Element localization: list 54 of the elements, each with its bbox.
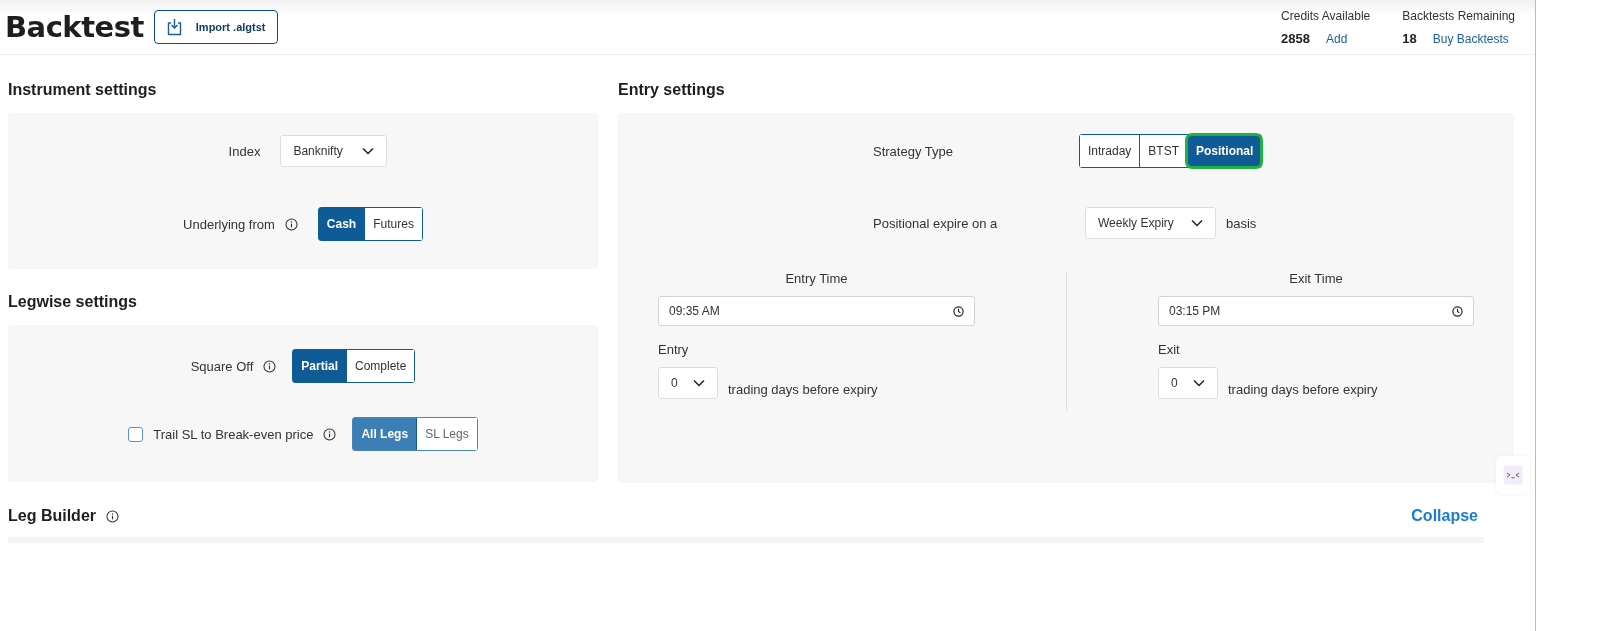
info-icon[interactable] xyxy=(106,509,119,523)
suffix-text: basis xyxy=(1226,215,1257,231)
stat-label: Backtests Remaining xyxy=(1402,8,1515,23)
chevron-down-icon xyxy=(1193,379,1205,387)
time-title: Entry Time xyxy=(785,271,848,286)
checkbox[interactable] xyxy=(128,426,144,442)
segment-option[interactable]: Complete xyxy=(346,350,415,382)
info-icon[interactable] xyxy=(284,217,298,231)
segment-option[interactable]: Cash xyxy=(318,208,365,240)
chevron-down-icon xyxy=(1191,219,1203,227)
stat-label: Credits Available xyxy=(1281,8,1371,23)
info-icon[interactable] xyxy=(263,359,277,373)
chevron-down-icon xyxy=(362,147,375,155)
stat-value: 18 xyxy=(1402,30,1417,46)
field-label: Underlying from xyxy=(183,216,275,232)
info-icon[interactable] xyxy=(323,427,337,441)
field-label: Entry xyxy=(658,342,690,357)
field-label: Exit xyxy=(1158,342,1181,357)
section-title-text: Leg Builder xyxy=(8,507,96,525)
segment-option[interactable]: All Legs xyxy=(353,418,417,450)
expiry-select[interactable]: Weekly Expiry xyxy=(1085,207,1216,239)
import-icon xyxy=(166,18,182,36)
time-title: Exit Time xyxy=(1289,271,1343,286)
clock-icon[interactable] xyxy=(1452,305,1463,317)
field-label: Positional expire on a xyxy=(873,215,999,231)
page-title: Backtest xyxy=(5,10,144,44)
time-field[interactable]: 03:15 PM xyxy=(1158,296,1474,326)
field-label: Square Off xyxy=(190,358,254,374)
section-title: Legwise settings xyxy=(8,293,138,311)
section-title: Instrument settings xyxy=(8,81,158,99)
days-select[interactable]: 0 xyxy=(658,367,718,399)
stat-value: 2858 xyxy=(1281,30,1311,46)
collapse-link[interactable]: Collapse xyxy=(1411,507,1478,525)
face-icon xyxy=(1503,465,1523,485)
segment-option[interactable]: Intraday xyxy=(1080,135,1140,167)
segment-option[interactable]: Positional xyxy=(1187,135,1262,167)
stat-link[interactable]: Buy Backtests xyxy=(1432,31,1509,46)
days-select[interactable]: 0 xyxy=(1158,367,1218,399)
segment-option[interactable]: SL Legs xyxy=(416,418,477,450)
field-label: Index xyxy=(228,143,261,159)
import-button[interactable]: Import .algtst xyxy=(153,10,279,44)
chevron-down-icon xyxy=(693,379,705,387)
section-title: Entry settings xyxy=(618,81,726,99)
suffix-text: trading days before expiry xyxy=(728,381,878,397)
segment-option[interactable]: Futures xyxy=(364,208,422,240)
clock-icon[interactable] xyxy=(953,305,964,317)
field-label: Strategy Type xyxy=(873,143,954,159)
segment-option[interactable]: Partial xyxy=(293,350,346,382)
index-select[interactable]: Banknifty xyxy=(280,135,388,167)
segment-option[interactable]: BTST xyxy=(1139,135,1188,167)
checkbox-label: Trail SL to Break-even price xyxy=(153,426,314,442)
suffix-text: trading days before expiry xyxy=(1228,381,1378,397)
stat-link[interactable]: Add xyxy=(1326,31,1348,46)
time-field[interactable]: 09:35 AM xyxy=(658,296,975,326)
